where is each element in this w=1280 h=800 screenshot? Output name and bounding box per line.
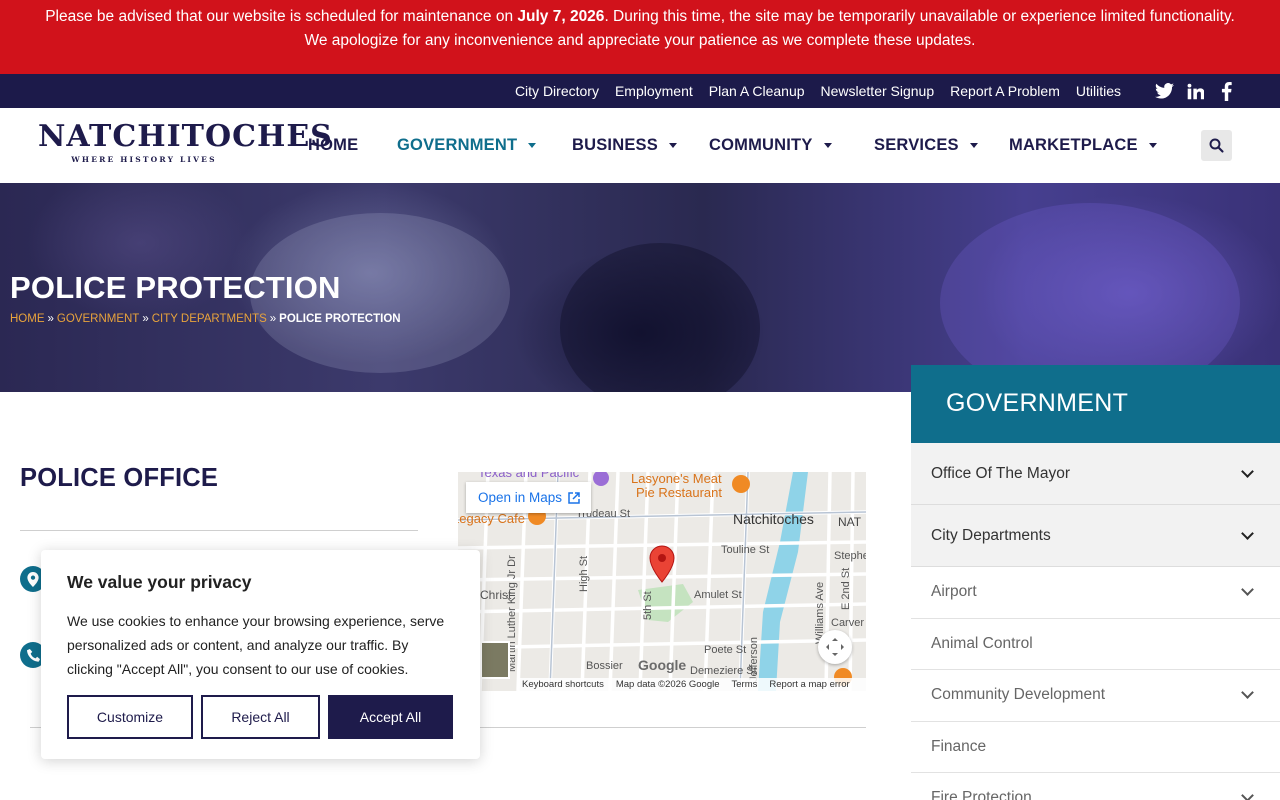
alert-date: July 7, 2026 — [517, 8, 605, 25]
breadcrumb-government[interactable]: GOVERNMENT — [57, 313, 139, 325]
sidebar-item-animal-control[interactable]: Animal Control — [911, 618, 1280, 670]
sidebar-item-office-of-the-mayor[interactable]: Office Of The Mayor — [911, 443, 1280, 505]
alert-line-1: Please be advised that our website is sc… — [45, 8, 1235, 25]
google-logo: Google — [638, 657, 687, 673]
utility-link-city-directory[interactable]: City Directory — [515, 83, 599, 99]
map-satellite-toggle[interactable] — [480, 641, 510, 679]
keyboard-shortcuts-link[interactable]: Keyboard shortcuts — [522, 679, 604, 690]
breadcrumb-current: POLICE PROTECTION — [279, 313, 401, 325]
search-button[interactable] — [1201, 130, 1232, 161]
utility-link-employment[interactable]: Employment — [615, 83, 693, 99]
report-map-error-link[interactable]: Report a map error — [769, 679, 849, 690]
linkedin-icon[interactable] — [1185, 81, 1205, 101]
chevron-down-icon[interactable] — [1241, 464, 1254, 478]
sidebar-item-city-departments[interactable]: City Departments — [911, 505, 1280, 567]
cookie-text: We use cookies to enhance your browsing … — [67, 613, 445, 677]
caret-down-icon — [1148, 143, 1157, 148]
search-icon — [1209, 138, 1224, 153]
caret-down-icon — [528, 143, 537, 148]
nav-business[interactable]: BUSINESS — [572, 136, 677, 155]
utility-link-utilities[interactable]: Utilities — [1076, 83, 1121, 99]
nav-home[interactable]: HOME — [308, 136, 358, 155]
cookie-title: We value your privacy — [67, 572, 252, 592]
chevron-down-icon[interactable] — [1241, 583, 1254, 597]
sidebar-menu: Office Of The Mayor City Departments Air… — [911, 443, 1280, 800]
breadcrumb: HOME» GOVERNMENT» CITY DEPARTMENTS» POLICE … — [10, 313, 401, 325]
cookie-consent-banner: We value your privacy We use cookies to … — [41, 550, 480, 759]
terms-link[interactable]: Terms — [732, 679, 758, 690]
hero-decor-shape — [940, 203, 1240, 392]
breadcrumb-city-departments[interactable]: CITY DEPARTMENTS — [152, 313, 267, 325]
chevron-down-icon[interactable] — [1241, 686, 1254, 700]
chevron-down-icon[interactable] — [1241, 789, 1254, 800]
nav-community[interactable]: COMMUNITY — [709, 136, 832, 155]
sidebar-item-fire-protection[interactable]: Fire Protection — [911, 773, 1280, 800]
site-logo[interactable]: NATCHITOCHES WHERE HISTORY LIVES — [38, 119, 333, 174]
sidebar-item-community-development[interactable]: Community Development — [911, 670, 1280, 722]
breadcrumb-home[interactable]: HOME — [10, 313, 45, 325]
twitter-icon[interactable] — [1154, 81, 1174, 101]
hero-banner: POLICE PROTECTION HOME» GOVERNMENT» CITY D… — [0, 183, 1280, 392]
logo-tagline: WHERE HISTORY LIVES — [71, 155, 217, 164]
nav-marketplace[interactable]: MARKETPLACE — [1009, 136, 1157, 155]
utility-bar: City Directory Employment Plan A Cleanup… — [0, 74, 1280, 108]
logo-wordmark: NATCHITOCHES — [38, 119, 333, 154]
hero-decor-shape — [560, 243, 760, 392]
alert-line-2: We apologize for any inconvenience and a… — [304, 32, 976, 49]
map-data-attribution: Map data ©2026 Google — [615, 679, 720, 690]
caret-down-icon — [969, 143, 978, 148]
map-camera-control[interactable] — [818, 630, 852, 664]
nav-services[interactable]: SERVICES — [874, 136, 978, 155]
caret-down-icon — [823, 143, 832, 148]
reject-all-button[interactable]: Reject All — [201, 695, 320, 739]
chevron-down-icon[interactable] — [1241, 526, 1254, 540]
open-in-maps-button[interactable]: Open in Maps — [466, 482, 591, 513]
office-title: POLICE OFFICE — [20, 464, 219, 492]
move-arrows-icon — [826, 638, 844, 656]
divider — [20, 530, 418, 531]
page-title: POLICE PROTECTION — [10, 270, 341, 305]
social-links — [1143, 81, 1236, 101]
customize-button[interactable]: Customize — [67, 695, 193, 739]
sidebar-item-airport[interactable]: Airport — [911, 567, 1280, 619]
map-footer: Keyboard shortcuts Map data ©2026 Google… — [518, 678, 866, 691]
utility-link-plan-a-cleanup[interactable]: Plan A Cleanup — [709, 83, 805, 99]
main-navigation: NATCHITOCHES WHERE HISTORY LIVES HOME GO… — [0, 108, 1280, 183]
maintenance-alert: Please be advised that our website is sc… — [0, 0, 1280, 74]
utility-link-report-a-problem[interactable]: Report A Problem — [950, 83, 1060, 99]
facebook-icon[interactable] — [1216, 81, 1236, 101]
nav-government[interactable]: GOVERNMENT — [397, 136, 537, 155]
external-link-icon — [568, 491, 580, 504]
accept-all-button[interactable]: Accept All — [328, 695, 453, 739]
caret-down-icon — [668, 143, 677, 148]
utility-link-newsletter-signup[interactable]: Newsletter Signup — [821, 83, 935, 99]
sidebar-title: GOVERNMENT — [911, 365, 1280, 443]
sidebar-item-finance[interactable]: Finance — [911, 721, 1280, 773]
google-map[interactable]: Texas and Pacific Lasyone's Meat Pie Res… — [458, 472, 866, 691]
cookie-buttons: Customize Reject All Accept All — [67, 695, 461, 739]
